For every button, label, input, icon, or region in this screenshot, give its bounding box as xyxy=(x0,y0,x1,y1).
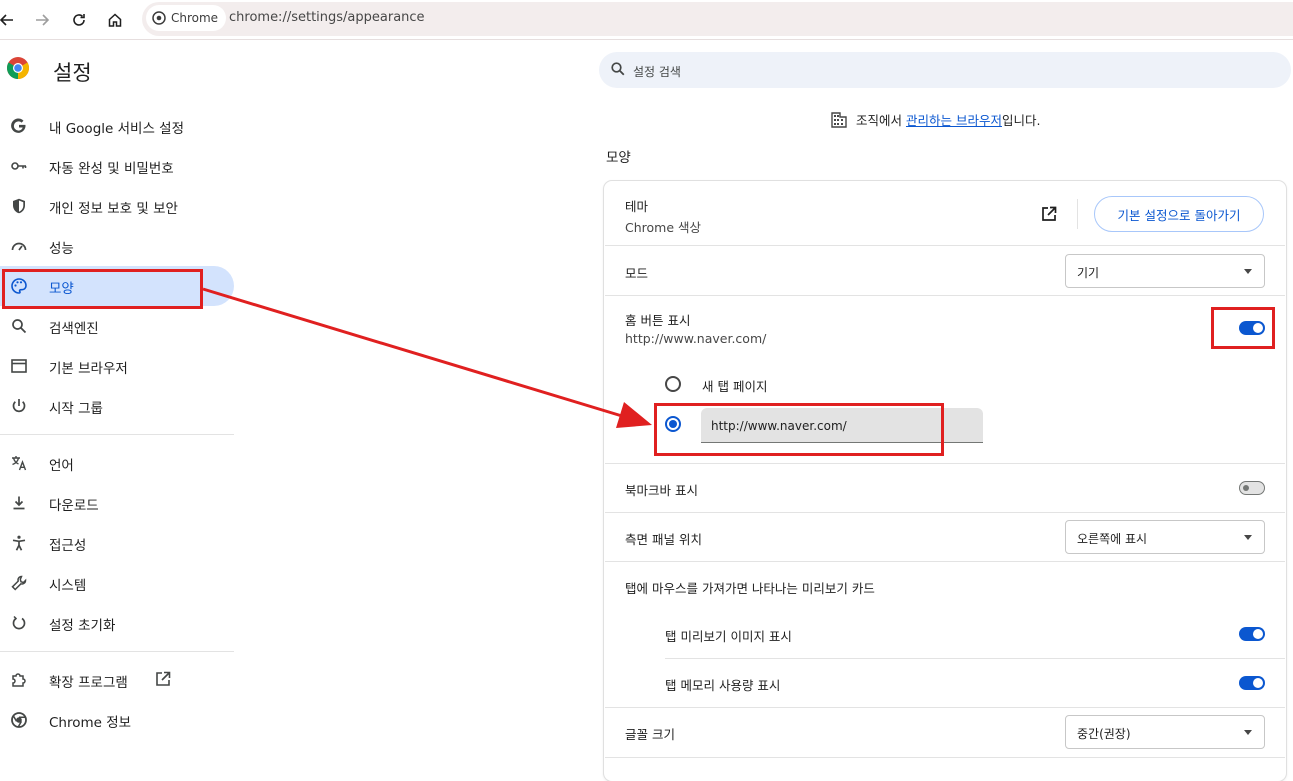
annotation-arrow xyxy=(202,287,652,428)
